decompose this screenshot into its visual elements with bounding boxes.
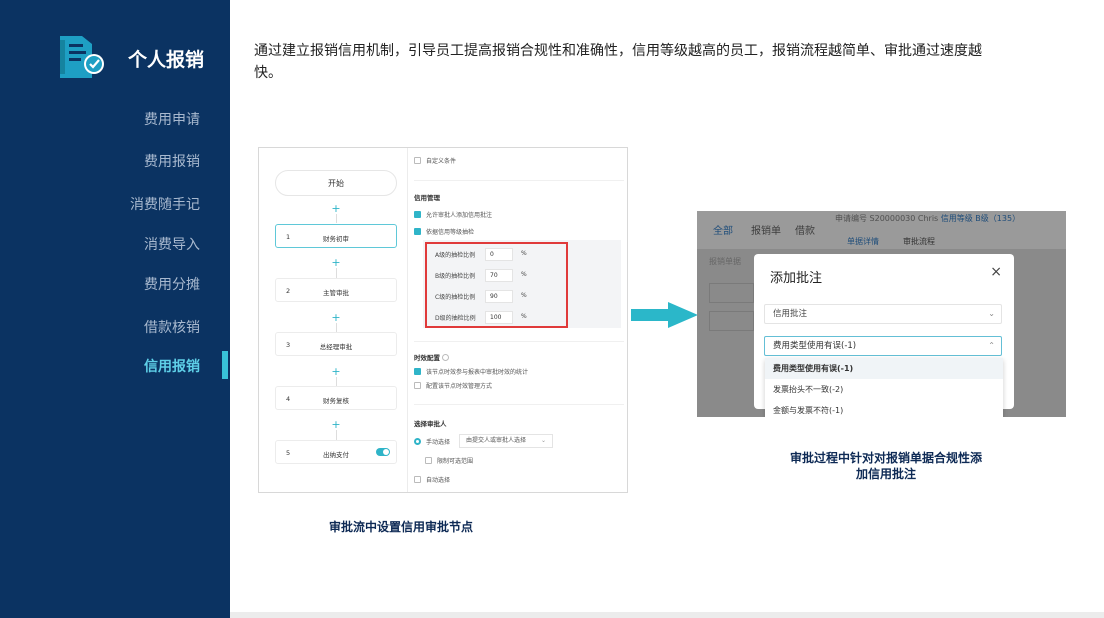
sidebar-item-consumption-import[interactable]: 消费导入	[144, 234, 200, 254]
allow-credit-note-option: 允许审批人添加信用批注	[414, 210, 492, 219]
tab-all: 全部	[713, 226, 733, 237]
payment-toggle	[376, 448, 390, 456]
flow-start-node: 开始	[275, 170, 397, 196]
expense-document-icon	[58, 30, 110, 84]
sidebar-item-expense-allocation[interactable]: 费用分摊	[144, 274, 200, 294]
sidebar-item-expense-application[interactable]: 费用申请	[144, 109, 200, 129]
flow-connector	[336, 268, 337, 278]
caption-credit-note: 审批过程中针对对报销单据合规性添加信用批注	[789, 451, 982, 481]
background-table-cell	[709, 283, 754, 303]
sidebar-title: 个人报销	[128, 49, 205, 71]
flow-node: 5 出纳支付	[275, 440, 397, 464]
custom-condition-option: 自定义条件	[414, 156, 456, 165]
intro-text: 通过建立报销信用机制，引导员工提高报销合规性和准确性，信用等级越高的员工，报销流…	[254, 43, 982, 81]
checkbox-checked	[414, 228, 421, 235]
sidebar-item-loan-writeoff[interactable]: 借款核销	[144, 317, 200, 337]
divider	[414, 180, 624, 181]
panel-divider	[407, 148, 408, 492]
limit-range-label: 限制可选范围	[437, 458, 474, 465]
tab-loan: 借款	[795, 226, 815, 237]
active-nav-marker	[222, 351, 228, 379]
flow-connector	[336, 323, 337, 332]
spot-check-by-level-option: 依据信用等级抽检	[414, 227, 474, 236]
checkbox	[414, 157, 421, 164]
auto-select-label: 自动选择	[426, 477, 451, 484]
flow-node: 3 总经理审批	[275, 332, 397, 356]
note-reason-dropdown: 费用类型使用有误(-1) 发票抬头不一致(-2) 金额与发票不符(-1)	[765, 358, 1003, 417]
page: 个人报销 费用申请 费用报销 消费随手记 消费导入 费用分摊 借款核销 信用报销…	[0, 0, 1104, 618]
flow-node: 1 财务初审	[275, 224, 397, 248]
timeliness-title-text: 时效配置	[414, 354, 440, 362]
note-type-value: 信用批注	[773, 309, 808, 319]
close-icon[interactable]: ×	[990, 264, 1002, 280]
checkbox	[414, 476, 421, 483]
credit-level: 信用等级 B级（135）	[940, 214, 1021, 223]
dropdown-option[interactable]: 金额与发票不符(-1)	[765, 400, 1003, 417]
auto-select-option: 自动选择	[414, 475, 450, 484]
checkbox	[425, 457, 432, 464]
checkbox	[414, 382, 421, 389]
manual-select-label: 手动选择	[426, 439, 451, 446]
chevron-up-icon: ⌃	[988, 341, 995, 350]
flow-node-name: 总经理审批	[319, 343, 353, 351]
chevron-down-icon: ⌄	[540, 437, 546, 444]
application-number: 申请编号 S20000030 Chris	[835, 214, 939, 223]
sidebar: 个人报销 费用申请 费用报销 消费随手记 消费导入 费用分摊 借款核销 信用报销	[0, 0, 230, 618]
help-icon	[442, 354, 450, 361]
timeliness-option-1: 该节点时效参与报表中审批时效的统计	[414, 367, 528, 376]
spot-check-by-level-label: 依据信用等级抽检	[426, 229, 475, 236]
credit-note-screenshot: 全部 报销单 借款 申请编号 S20000030 Chris 信用等级 B级（1…	[697, 211, 1066, 417]
note-type-select[interactable]: 信用批注 ⌄	[764, 304, 1002, 324]
manual-select-option: 手动选择	[414, 437, 450, 446]
flow-connector	[336, 377, 337, 386]
tab-reimbursement: 报销单	[751, 226, 781, 237]
footer-divider	[230, 612, 1104, 618]
approver-select-value: 由提交人或审批人选择	[466, 437, 527, 444]
checkbox-checked	[414, 211, 421, 218]
chevron-down-icon: ⌄	[988, 309, 995, 318]
flow-node-name: 主管审批	[323, 289, 349, 297]
timeliness-option-2: 配置该节点时效管理方式	[414, 381, 492, 390]
timeliness-option-2-label: 配置该节点时效管理方式	[426, 383, 493, 390]
highlight-frame	[425, 242, 568, 328]
dropdown-option[interactable]: 发票抬头不一致(-2)	[765, 379, 1003, 400]
flow-node-name: 财务初审	[323, 235, 349, 243]
radio-selected	[414, 438, 421, 445]
custom-condition-label: 自定义条件	[426, 158, 457, 165]
background-table-cell	[709, 311, 754, 331]
divider	[414, 341, 624, 342]
note-reason-select[interactable]: 费用类型使用有误(-1) ⌃	[764, 336, 1002, 356]
approval-flow-screenshot: 开始 + 1 财务初审 + 2 主管审批 + 3 总经理审批 + 4 财务复核 …	[258, 147, 628, 493]
arrow-head-icon	[668, 302, 698, 328]
sidebar-item-consumption-notes[interactable]: 消费随手记	[130, 194, 200, 214]
timeliness-option-1-label: 该节点时效参与报表中审批时效的统计	[426, 369, 529, 376]
timeliness-title: 时效配置	[414, 352, 450, 362]
subtab-flow: 审批流程	[903, 237, 935, 246]
flow-node: 2 主管审批	[275, 278, 397, 302]
sidebar-item-expense-reimbursement[interactable]: 费用报销	[144, 151, 200, 171]
note-reason-value: 费用类型使用有误(-1)	[773, 341, 857, 351]
limit-range-option: 限制可选范围	[425, 456, 473, 465]
flow-connector	[336, 430, 337, 440]
divider	[414, 404, 624, 405]
flow-node: 4 财务复核	[275, 386, 397, 410]
flow-node-name: 财务复核	[323, 397, 349, 405]
modal-title: 添加批注	[770, 271, 823, 286]
subtab-details: 单据详情	[847, 237, 879, 246]
caption-approval-flow: 审批流中设置信用审批节点	[329, 520, 474, 534]
sidebar-item-credit-reimbursement[interactable]: 信用报销	[144, 356, 200, 376]
dropdown-option[interactable]: 费用类型使用有误(-1)	[765, 358, 1003, 379]
background-list-label: 报销单据	[709, 257, 741, 266]
application-meta: 申请编号 S20000030 Chris 信用等级 B级（135）	[835, 213, 1020, 224]
flow-connector	[336, 214, 337, 223]
checkbox-checked	[414, 368, 421, 375]
approver-select: 由提交人或审批人选择 ⌄	[459, 434, 553, 448]
approver-title: 选择审批人	[414, 420, 447, 428]
arrow-right-icon	[631, 309, 671, 321]
credit-management-title: 信用管理	[414, 194, 440, 202]
allow-credit-note-label: 允许审批人添加信用批注	[426, 212, 493, 219]
